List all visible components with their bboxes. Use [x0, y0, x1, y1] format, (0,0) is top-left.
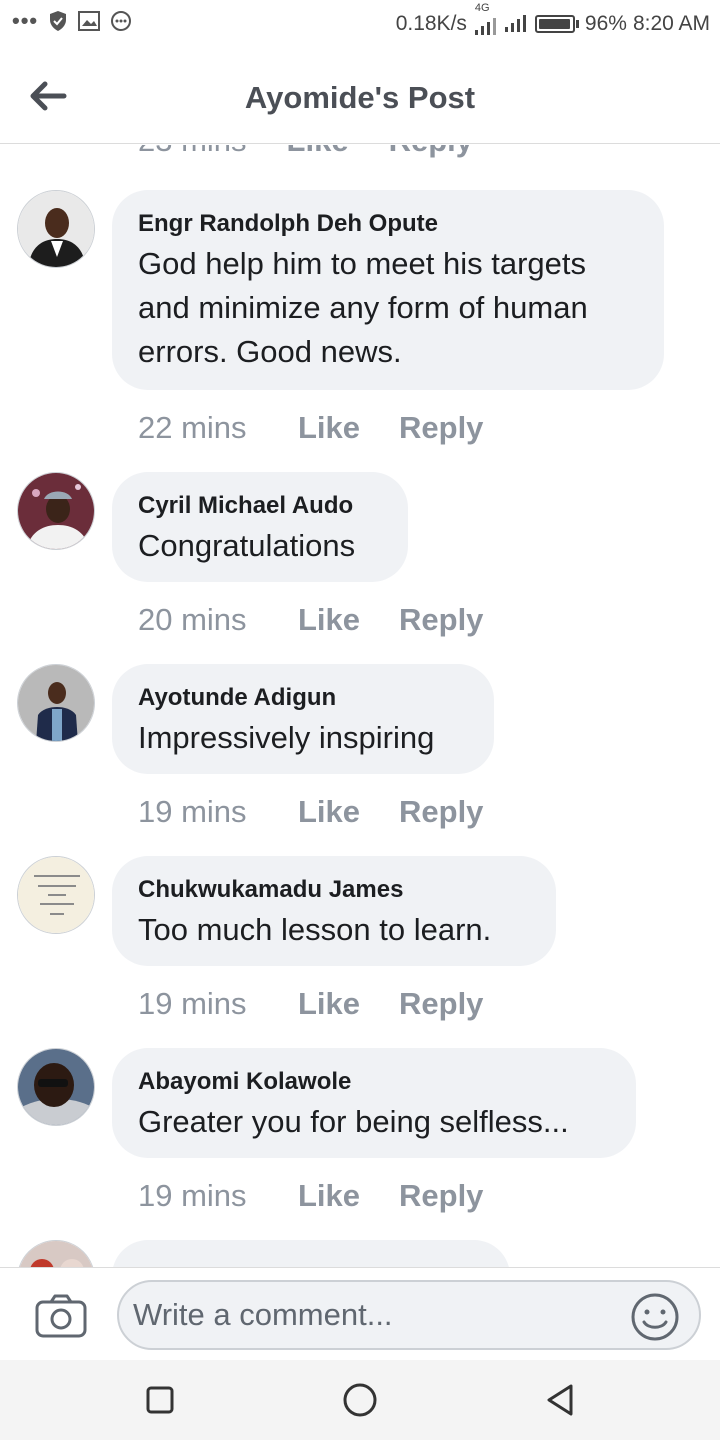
smiley-icon	[631, 1293, 679, 1341]
comment-text: Impressively inspiring	[138, 720, 435, 755]
camera-icon	[35, 1294, 87, 1338]
home-button[interactable]	[340, 1380, 380, 1420]
avatar[interactable]	[17, 1048, 95, 1126]
comment-time: 19 mins	[138, 794, 247, 829]
comment-bubble[interactable]: Engr Randolph Deh Opute God help him to …	[112, 190, 664, 390]
recents-button[interactable]	[140, 1380, 180, 1420]
comment-time: 20 mins	[138, 602, 247, 637]
network-speed: 0.18K/s	[395, 12, 467, 35]
signal-icon-2	[504, 15, 526, 32]
gallery-icon	[78, 11, 101, 31]
signal-icon	[474, 18, 496, 35]
comment-author[interactable]: Chukwukamadu James	[138, 876, 530, 904]
comment-bubble[interactable]: Cyril Michael Audo Congratulations	[112, 472, 408, 582]
like-button[interactable]: Like	[298, 1178, 399, 1214]
comment-text: Congratulations	[138, 528, 356, 563]
avatar[interactable]	[17, 856, 95, 934]
like-button[interactable]: Like	[298, 602, 399, 638]
previous-comment-meta: 23 mins Like Reply	[138, 145, 473, 159]
comment-input[interactable]	[117, 1280, 701, 1350]
triangle-back-icon	[547, 1384, 573, 1416]
like-button[interactable]: Like	[298, 794, 399, 830]
comment-meta: 19 mins Like Reply	[138, 1178, 483, 1214]
system-nav-bar	[0, 1360, 720, 1440]
comment-author[interactable]: Abayomi Kolawole	[138, 1068, 610, 1096]
clock: 8:20 AM	[632, 12, 710, 35]
comment-time: 19 mins	[138, 1178, 247, 1213]
circle-icon	[343, 1383, 377, 1417]
reply-button[interactable]: Reply	[389, 145, 473, 159]
like-button[interactable]: Like	[298, 986, 399, 1022]
comment-author[interactable]: Ayotunde Adigun	[138, 684, 468, 712]
messenger-icon	[111, 11, 132, 31]
comment-list[interactable]: 23 mins Like Reply Engr Randolph Deh Opu…	[0, 145, 720, 1267]
page-title: Ayomide's Post	[244, 80, 476, 115]
comment-author[interactable]: Engr Randolph Deh Opute	[138, 210, 638, 238]
comment-bubble[interactable]: Abayomi Kolawole Greater you for being s…	[112, 1048, 636, 1158]
status-bar: ••• 0.18K/s 4G 96% 8:20 AM	[0, 0, 720, 50]
comment-text: Greater you for being selfless...	[138, 1104, 569, 1139]
reply-button[interactable]: Reply	[399, 986, 483, 1022]
reply-button[interactable]: Reply	[399, 1178, 483, 1214]
comment-text: God help him to meet his targets and min…	[138, 246, 588, 369]
comment-bubble[interactable]: Chukwukamadu James Too much lesson to le…	[112, 856, 556, 966]
comment-time: 22 mins	[138, 410, 247, 445]
like-button[interactable]: Like	[298, 410, 399, 446]
comment-meta: 19 mins Like Reply	[138, 794, 483, 830]
avatar[interactable]	[17, 664, 95, 742]
more-notifications-icon: •••	[12, 8, 39, 33]
comment-text: Too much lesson to learn.	[138, 912, 492, 947]
comment-bubble[interactable]	[112, 1240, 510, 1267]
comment-meta: 22 mins Like Reply	[138, 410, 483, 446]
reply-button[interactable]: Reply	[399, 410, 483, 446]
app-header: Ayomide's Post	[0, 50, 720, 144]
comment-author[interactable]: Cyril Michael Audo	[138, 492, 382, 520]
status-icons-left: •••	[12, 10, 132, 32]
comment-time: 19 mins	[138, 986, 247, 1021]
battery-icon	[534, 15, 579, 33]
comment-time: 23 mins	[138, 145, 247, 159]
emoji-button[interactable]	[630, 1292, 680, 1342]
comment-composer	[0, 1267, 720, 1360]
reply-button[interactable]: Reply	[399, 602, 483, 638]
shield-icon	[50, 11, 67, 31]
status-icons-right: 0.18K/s 4G 96% 8:20 AM	[395, 2, 710, 36]
comment-meta: 19 mins Like Reply	[138, 986, 483, 1022]
comment-meta: 20 mins Like Reply	[138, 602, 483, 638]
avatar[interactable]	[17, 190, 95, 268]
camera-button[interactable]	[34, 1292, 90, 1340]
back-nav-button[interactable]	[540, 1380, 580, 1420]
comment-bubble[interactable]: Ayotunde Adigun Impressively inspiring	[112, 664, 494, 774]
network-type: 4G	[473, 2, 497, 36]
reply-button[interactable]: Reply	[399, 794, 483, 830]
avatar[interactable]	[17, 1240, 95, 1267]
avatar[interactable]	[17, 472, 95, 550]
like-button[interactable]: Like	[287, 145, 349, 159]
battery-level: 96%	[584, 12, 627, 35]
square-icon	[146, 1386, 174, 1414]
